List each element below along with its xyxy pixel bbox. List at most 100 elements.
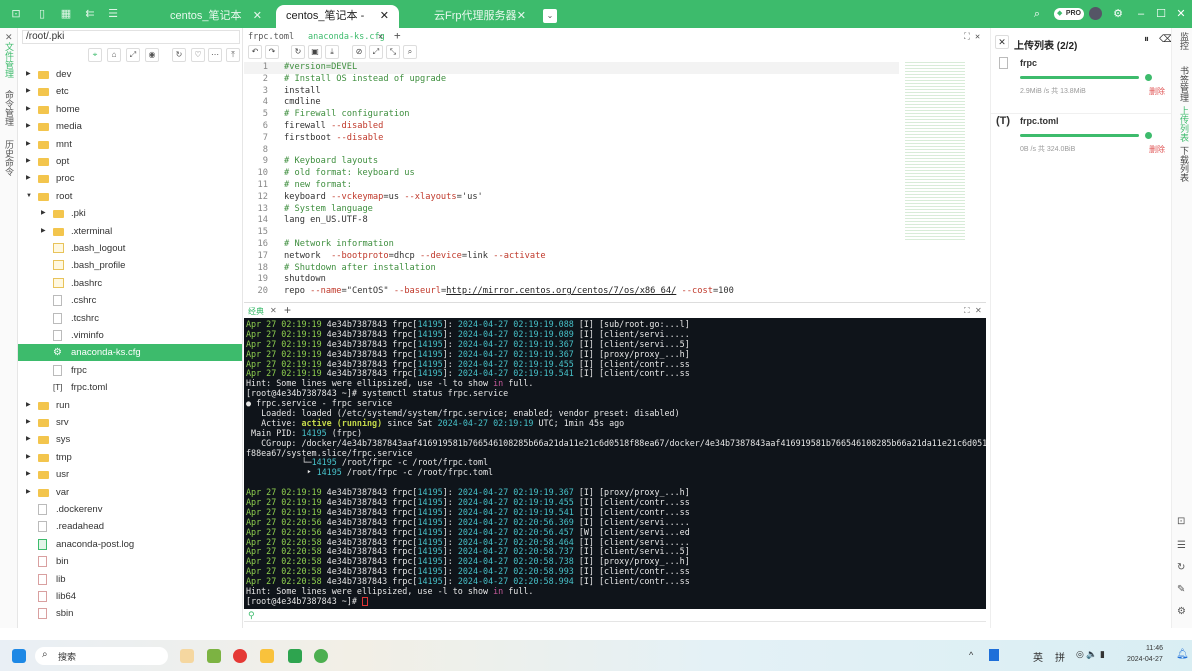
caret-right-icon[interactable]: ▶ <box>26 414 31 431</box>
close-icon[interactable]: ✕ <box>517 5 526 27</box>
tab-bookmarks[interactable]: 书签管理 <box>1178 66 1191 102</box>
upload-icon[interactable]: ⤒ <box>226 48 240 62</box>
list-icon[interactable]: ☰ <box>107 8 119 20</box>
tree-item[interactable]: ▶ run <box>18 397 242 414</box>
taskbar-search[interactable]: ⌕ 搜索 <box>35 647 168 665</box>
share-icon[interactable]: ⇇ <box>84 8 96 20</box>
tree-item[interactable]: lib64 <box>18 588 242 605</box>
caret-right-icon[interactable]: ▶ <box>26 484 31 501</box>
editor-tab-frpc-toml[interactable]: frpc.toml <box>248 32 294 42</box>
tab-monitor[interactable]: 监控 <box>1178 32 1191 50</box>
weather-icon[interactable] <box>180 649 194 663</box>
tree-item[interactable]: anaconda-post.log <box>18 536 242 553</box>
edit-icon[interactable]: ✎ <box>1177 584 1185 595</box>
caret-right-icon[interactable]: ▶ <box>41 223 46 240</box>
tree-item[interactable]: ▶ home <box>18 101 242 118</box>
add-tab-icon[interactable]: + <box>394 29 401 42</box>
broadcast-icon[interactable]: ⚲ <box>248 610 255 621</box>
refresh-icon[interactable]: ↻ <box>172 48 186 62</box>
wrap-icon[interactable]: ⊘ <box>352 45 366 59</box>
editor-tab-anaconda[interactable]: anaconda-ks.cfg <box>308 32 385 42</box>
undo-icon[interactable]: ↶ <box>248 45 262 59</box>
caret-right-icon[interactable]: ▶ <box>41 205 46 222</box>
clock-date[interactable]: 2024-04-27 <box>1127 656 1163 663</box>
tree-item[interactable]: ▶ .pki <box>18 205 242 222</box>
tree-item[interactable]: ▶ var <box>18 484 242 501</box>
caret-right-icon[interactable]: ▶ <box>26 153 31 170</box>
maximize-icon[interactable]: ☐ <box>1155 8 1167 20</box>
heart-icon[interactable]: ♡ <box>191 48 205 62</box>
tree-item[interactable]: .bashrc <box>18 275 242 292</box>
tree-item[interactable]: bin <box>18 553 242 570</box>
caret-right-icon[interactable]: ▶ <box>26 431 31 448</box>
caret-right-icon[interactable]: ▶ <box>26 136 31 153</box>
caret-right-icon[interactable]: ▶ <box>26 66 31 83</box>
delete-link[interactable]: 删除 <box>1149 144 1165 155</box>
window-tab[interactable]: 云Frp代理服务器 ✕ <box>424 5 534 28</box>
wechat-icon[interactable] <box>314 649 328 663</box>
window-tab[interactable]: centos_笔记本 ✕ <box>160 5 270 28</box>
tree-item[interactable]: ▶ usr <box>18 466 242 483</box>
tab-upload-list[interactable]: 上传列表 <box>1178 106 1191 142</box>
notification-icon[interactable]: 🔔︎ <box>1176 649 1189 660</box>
tree-item[interactable]: ▶ tmp <box>18 449 242 466</box>
start-icon[interactable] <box>12 649 26 663</box>
tab-command-manager[interactable]: 命令管理 <box>3 90 16 126</box>
tree-item[interactable]: ▶ media <box>18 118 242 135</box>
caret-right-icon[interactable]: ▶ <box>26 466 31 483</box>
search-icon[interactable]: ⌕ <box>403 45 417 59</box>
tray-app-icon[interactable] <box>989 649 999 661</box>
file-explorer-icon[interactable] <box>260 649 274 663</box>
tabs-dropdown-button[interactable]: ⌄ <box>543 9 557 23</box>
tree-item[interactable]: .tcshrc <box>18 310 242 327</box>
tree-item[interactable]: frpc <box>18 362 242 379</box>
notebook-icon[interactable]: ▯ <box>36 8 48 20</box>
locate-icon[interactable]: ⌖ <box>88 48 102 62</box>
code-area[interactable]: 1 #version=DEVEL 2 # Install OS instead of … <box>244 62 899 298</box>
tree-item[interactable]: ▼ root <box>18 188 242 205</box>
terminal-tab[interactable]: 经典 <box>248 306 264 317</box>
download-icon[interactable]: ⤓ <box>325 45 339 59</box>
close-icon[interactable]: ✕ <box>995 35 1009 49</box>
network-volume-battery-icon[interactable]: ◎ 🔈 ▮ <box>1076 649 1105 660</box>
close-window-icon[interactable]: ✕ <box>1175 8 1187 20</box>
tree-item[interactable]: ▶ srv <box>18 414 242 431</box>
grid-icon[interactable]: ▦ <box>60 8 72 20</box>
tree-item[interactable]: [T] frpc.toml <box>18 379 242 396</box>
pro-badge[interactable]: ◆ PRO <box>1054 8 1084 20</box>
settings-icon[interactable]: ⚙ <box>1112 8 1124 20</box>
tree-item[interactable]: .dockerenv <box>18 501 242 518</box>
eye-icon[interactable]: ◉ <box>145 48 159 62</box>
collapse-icon[interactable]: ⤡ <box>386 45 400 59</box>
reload-icon[interactable]: ↻ <box>291 45 305 59</box>
redo-icon[interactable]: ↷ <box>265 45 279 59</box>
terminal-icon[interactable]: ⊡ <box>1177 516 1185 527</box>
search-icon[interactable]: ⌕ <box>1031 8 1043 20</box>
list-icon[interactable]: ☰ <box>1177 540 1186 551</box>
tree-item[interactable]: ▶ mnt <box>18 136 242 153</box>
maximize-icon[interactable]: ⛶ <box>964 32 970 42</box>
tree-item[interactable]: .bash_logout <box>18 240 242 257</box>
window-tab-active[interactable]: centos_笔记本 - centos✕ <box>276 5 399 44</box>
terminal[interactable]: Apr 27 02:19:19 4e34b7387843 frpc[14195]… <box>244 318 986 609</box>
ime-mode[interactable]: 拼 <box>1055 649 1065 664</box>
caret-right-icon[interactable]: ▶ <box>26 397 31 414</box>
refresh-icon[interactable]: ↻ <box>1177 562 1185 573</box>
close-icon[interactable]: ✕ <box>975 32 980 42</box>
close-icon[interactable]: ✕ <box>975 306 982 315</box>
close-icon[interactable]: ✕ <box>253 5 262 27</box>
pause-icon[interactable]: ⏸ <box>1144 34 1149 45</box>
tree-item[interactable]: ▶ proc <box>18 170 242 187</box>
home-icon[interactable]: ⌂ <box>107 48 121 62</box>
close-icon[interactable]: ✕ <box>270 306 277 315</box>
ime-language[interactable]: 英 <box>1033 649 1043 664</box>
caret-right-icon[interactable]: ▶ <box>26 101 31 118</box>
tab-file-manager[interactable]: 文件管理 <box>3 42 16 78</box>
delete-link[interactable]: 删除 <box>1149 86 1165 97</box>
minimize-icon[interactable]: – <box>1135 8 1147 20</box>
clock-time[interactable]: 11:46 <box>1146 645 1163 652</box>
terminal-input-bar[interactable]: ⚲ <box>244 609 986 622</box>
close-icon[interactable]: ✕ <box>378 32 383 42</box>
app-icon[interactable] <box>207 649 221 663</box>
caret-right-icon[interactable]: ▶ <box>26 170 31 187</box>
